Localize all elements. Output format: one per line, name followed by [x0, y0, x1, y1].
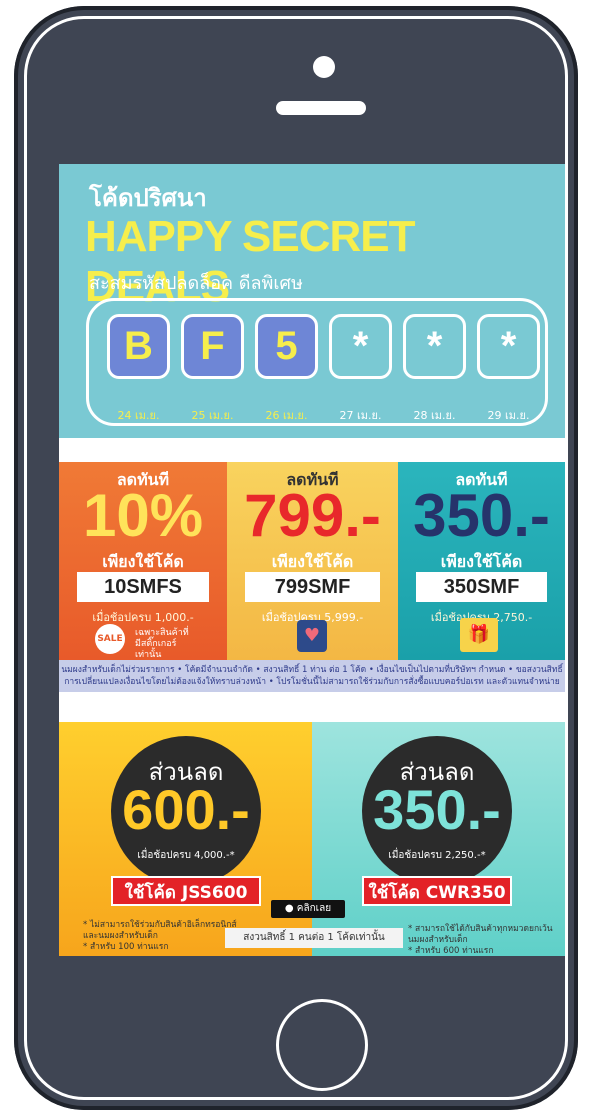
promo-panel-799smf[interactable]: ลดทันที 799.- เพียงใช้โค้ด 799SMF เมื่อช…	[227, 462, 398, 660]
code-slot-hidden: *	[329, 314, 392, 379]
promo-panel-350smf[interactable]: ลดทันที 350.- เพียงใช้โค้ด 350SMF เมื่อช…	[398, 462, 565, 660]
camera-dot	[313, 56, 335, 78]
coupon-note: * สามารถใช้ได้กับสินค้าทุกหมวดยกเว้นนมผง…	[408, 924, 553, 956]
coupon-code-button[interactable]: ใช้โค้ด JSS600	[111, 876, 261, 906]
slot-date: 26 เม.ย.	[265, 409, 308, 422]
slot-date: 27 เม.ย.	[339, 409, 382, 422]
coupon-cwr350-panel[interactable]: ส่วนลด 350.- เมื่อช้อปครบ 2,250.-* ใช้โค…	[312, 722, 565, 956]
promo-minimum: เมื่อช้อปครบ 1,000.-	[92, 611, 194, 624]
badge-minimum: เมื่อช้อปครบ 4,000.-*	[137, 850, 235, 861]
sale-tag-icon: SALE	[95, 624, 125, 654]
promo-amount: 350.-	[413, 482, 550, 549]
coupon-note: * ไม่สามารถใช้ร่วมกับสินค้าอิเล็กทรอนิกส…	[83, 920, 237, 952]
code-slot: 5	[255, 314, 318, 379]
code-slot-hidden: *	[403, 314, 466, 379]
promo-amount: 10%	[82, 482, 204, 549]
discount-badge: ส่วนลด 350.- เมื่อช้อปครบ 2,250.-*	[362, 736, 512, 886]
promo-panel-10smfs[interactable]: ลดทันที 10% เพียงใช้โค้ด 10SMFS เมื่อช้อ…	[59, 462, 227, 660]
promo-code: 799SMF	[245, 572, 380, 602]
gift-box-icon: 🎁	[460, 618, 498, 652]
banner-tagline: สะสมรหัสปลดล็อค ดีลพิเศษ	[89, 273, 303, 294]
secret-deals-banner[interactable]: โค้ดปริศนา HAPPY SECRET DEALS สะสมรหัสปล…	[59, 164, 565, 438]
promo-note: เฉพาะสินค้าที่ มีสติ๊กเกอร์ เท่านั้น	[135, 628, 189, 660]
badge-amount: 350.-	[373, 778, 501, 841]
promo-code: 10SMFS	[77, 572, 209, 602]
shopping-bag-icon: ♥	[297, 620, 327, 652]
rights-notice: สงวนสิทธิ์ 1 คนต่อ 1 โค้ดเท่านั้น	[225, 928, 403, 948]
home-button[interactable]	[276, 999, 368, 1091]
code-slot: B	[107, 314, 170, 379]
code-slot-hidden: *	[477, 314, 540, 379]
slot-date: 24 เม.ย.	[117, 409, 160, 422]
code-slot: F	[181, 314, 244, 379]
speaker-bar	[276, 101, 366, 115]
banner-title: HAPPY SECRET DEALS	[85, 212, 416, 311]
promo-code: 350SMF	[416, 572, 547, 602]
badge-minimum: เมื่อช้อปครบ 2,250.-*	[388, 850, 486, 861]
click-now-button[interactable]: ● คลิกเลย	[271, 900, 345, 918]
coupon-code-button[interactable]: ใช้โค้ด CWR350	[362, 876, 512, 906]
slot-date: 25 เม.ย.	[191, 409, 234, 422]
promo-amount: 799.-	[244, 482, 381, 549]
coupon-jss600-panel[interactable]: ส่วนลด 600.- เมื่อช้อปครบ 4,000.-* ใช้โค…	[59, 722, 312, 956]
discount-badge: ส่วนลด 600.- เมื่อช้อปครบ 4,000.-*	[111, 736, 261, 886]
slot-date: 28 เม.ย.	[413, 409, 456, 422]
phone-screen: โค้ดปริศนา HAPPY SECRET DEALS สะสมรหัสปล…	[59, 164, 565, 956]
discount-codes-banner: ลดทันที 10% เพียงใช้โค้ด 10SMFS เมื่อช้อ…	[59, 462, 565, 692]
slot-date: 29 เม.ย.	[487, 409, 530, 422]
badge-amount: 600.-	[122, 778, 250, 841]
coupon-banner: ส่วนลด 600.- เมื่อช้อปครบ 4,000.-* ใช้โค…	[59, 722, 565, 956]
terms-fine-print: นมผงสำหรับเด็กไม่ร่วมรายการ • โค้ดมีจำนว…	[59, 660, 565, 692]
